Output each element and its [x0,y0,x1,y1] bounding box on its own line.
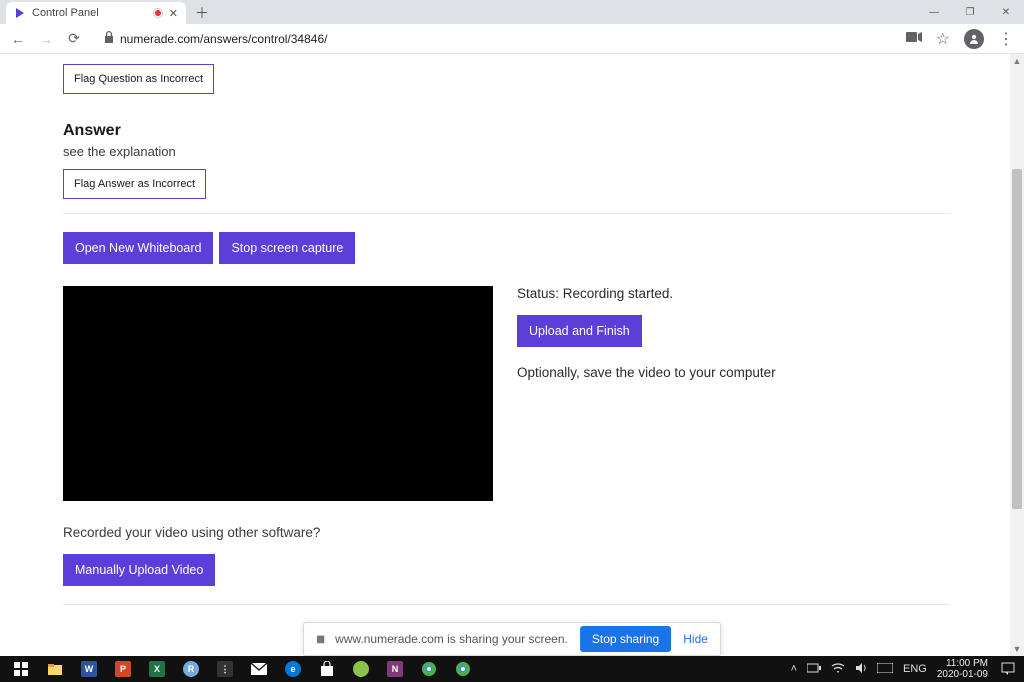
star-icon[interactable]: ☆ [936,29,950,49]
new-tab-button[interactable]: ＋ [190,2,214,24]
url-field[interactable]: numerade.com/answers/control/34846/ [104,31,894,46]
minimize-button[interactable]: — [916,0,952,24]
flag-answer-button[interactable]: Flag Answer as Incorrect [63,169,206,199]
video-section: Status: Recording started. Upload and Fi… [63,286,950,501]
powerpoint-icon[interactable]: P [106,656,140,682]
app-icon[interactable]: ⋮ [208,656,242,682]
clock-date: 2020-01-09 [937,669,988,680]
chrome-icon[interactable] [412,656,446,682]
camera-icon[interactable] [906,30,922,48]
app2-icon[interactable] [344,656,378,682]
divider [63,604,950,605]
tab-title: Control Panel [32,7,147,19]
scrollbar[interactable]: ▲ ▼ [1010,54,1024,656]
scroll-down-icon[interactable]: ▼ [1010,642,1024,656]
browser-tab-strip: Control Panel ✕ ＋ — ❐ ✕ [0,0,1024,24]
taskbar-apps: W P X R ⋮ e N [4,656,480,682]
reload-button[interactable]: ⟳ [66,30,82,47]
flag-question-button[interactable]: Flag Question as Incorrect [63,64,214,94]
scrollbar-thumb[interactable] [1012,169,1022,509]
mail-icon[interactable] [242,656,276,682]
manual-upload-button[interactable]: Manually Upload Video [63,554,215,586]
tray-chevron-icon[interactable]: ˄ [791,663,797,675]
scroll-up-icon[interactable]: ▲ [1010,54,1024,68]
rstudio-icon[interactable]: R [174,656,208,682]
action-row: Open New Whiteboard Stop screen capture [63,232,950,264]
start-button[interactable] [4,656,38,682]
windows-taskbar: W P X R ⋮ e N ˄ ENG [0,656,1024,682]
pause-icon[interactable]: ▮▮ [316,634,323,645]
video-side-panel: Status: Recording started. Upload and Fi… [517,286,776,380]
other-software-text: Recorded your video using other software… [63,525,950,540]
stop-capture-button[interactable]: Stop screen capture [219,232,355,264]
chrome2-icon[interactable] [446,656,480,682]
divider [63,213,950,214]
battery-icon[interactable] [807,663,821,676]
wifi-icon[interactable] [831,662,845,677]
notifications-icon[interactable] [998,660,1018,678]
forward-button[interactable]: → [38,31,54,47]
page-viewport: Flag Question as Incorrect Answer see th… [0,54,1024,656]
clock[interactable]: 11:00 PM 2020-01-09 [937,658,988,680]
numerade-favicon-icon [14,7,26,19]
onenote-icon[interactable]: N [378,656,412,682]
word-icon[interactable]: W [72,656,106,682]
browser-tab[interactable]: Control Panel ✕ [6,2,186,24]
address-bar: ← → ⟳ numerade.com/answers/control/34846… [0,24,1024,54]
toolbar-right: ☆ ⋮ [906,29,1014,49]
open-whiteboard-button[interactable]: Open New Whiteboard [63,232,213,264]
language-indicator[interactable]: ENG [903,663,927,675]
url-text: numerade.com/answers/control/34846/ [120,32,327,46]
window-controls: — ❐ ✕ [916,0,1024,24]
hide-share-bar-link[interactable]: Hide [683,632,708,646]
profile-avatar-icon[interactable] [964,29,984,49]
volume-icon[interactable] [855,662,867,677]
maximize-button[interactable]: ❐ [952,0,988,24]
recording-indicator-icon [153,8,163,18]
back-button[interactable]: ← [10,31,26,47]
clock-time: 11:00 PM [937,658,988,669]
store-icon[interactable] [310,656,344,682]
explanation-text: see the explanation [63,144,950,159]
page-content: Flag Question as Incorrect Answer see th… [0,54,1010,605]
keyboard-icon[interactable] [877,663,893,676]
close-window-button[interactable]: ✕ [988,0,1024,24]
status-text: Status: Recording started. [517,286,776,301]
menu-icon[interactable]: ⋮ [998,29,1014,49]
screen-share-bar: ▮▮ www.numerade.com is sharing your scre… [303,622,721,656]
share-message: www.numerade.com is sharing your screen. [335,632,568,646]
edge-icon[interactable]: e [276,656,310,682]
taskbar-tray: ˄ ENG 11:00 PM 2020-01-09 [791,658,1020,680]
upload-finish-button[interactable]: Upload and Finish [517,315,642,347]
excel-icon[interactable]: X [140,656,174,682]
stop-sharing-button[interactable]: Stop sharing [580,626,671,652]
lock-icon [104,31,114,46]
answer-heading: Answer [63,122,950,140]
optional-save-text: Optionally, save the video to your compu… [517,365,776,380]
video-preview[interactable] [63,286,493,501]
file-explorer-icon[interactable] [38,656,72,682]
close-tab-icon[interactable]: ✕ [169,7,178,20]
